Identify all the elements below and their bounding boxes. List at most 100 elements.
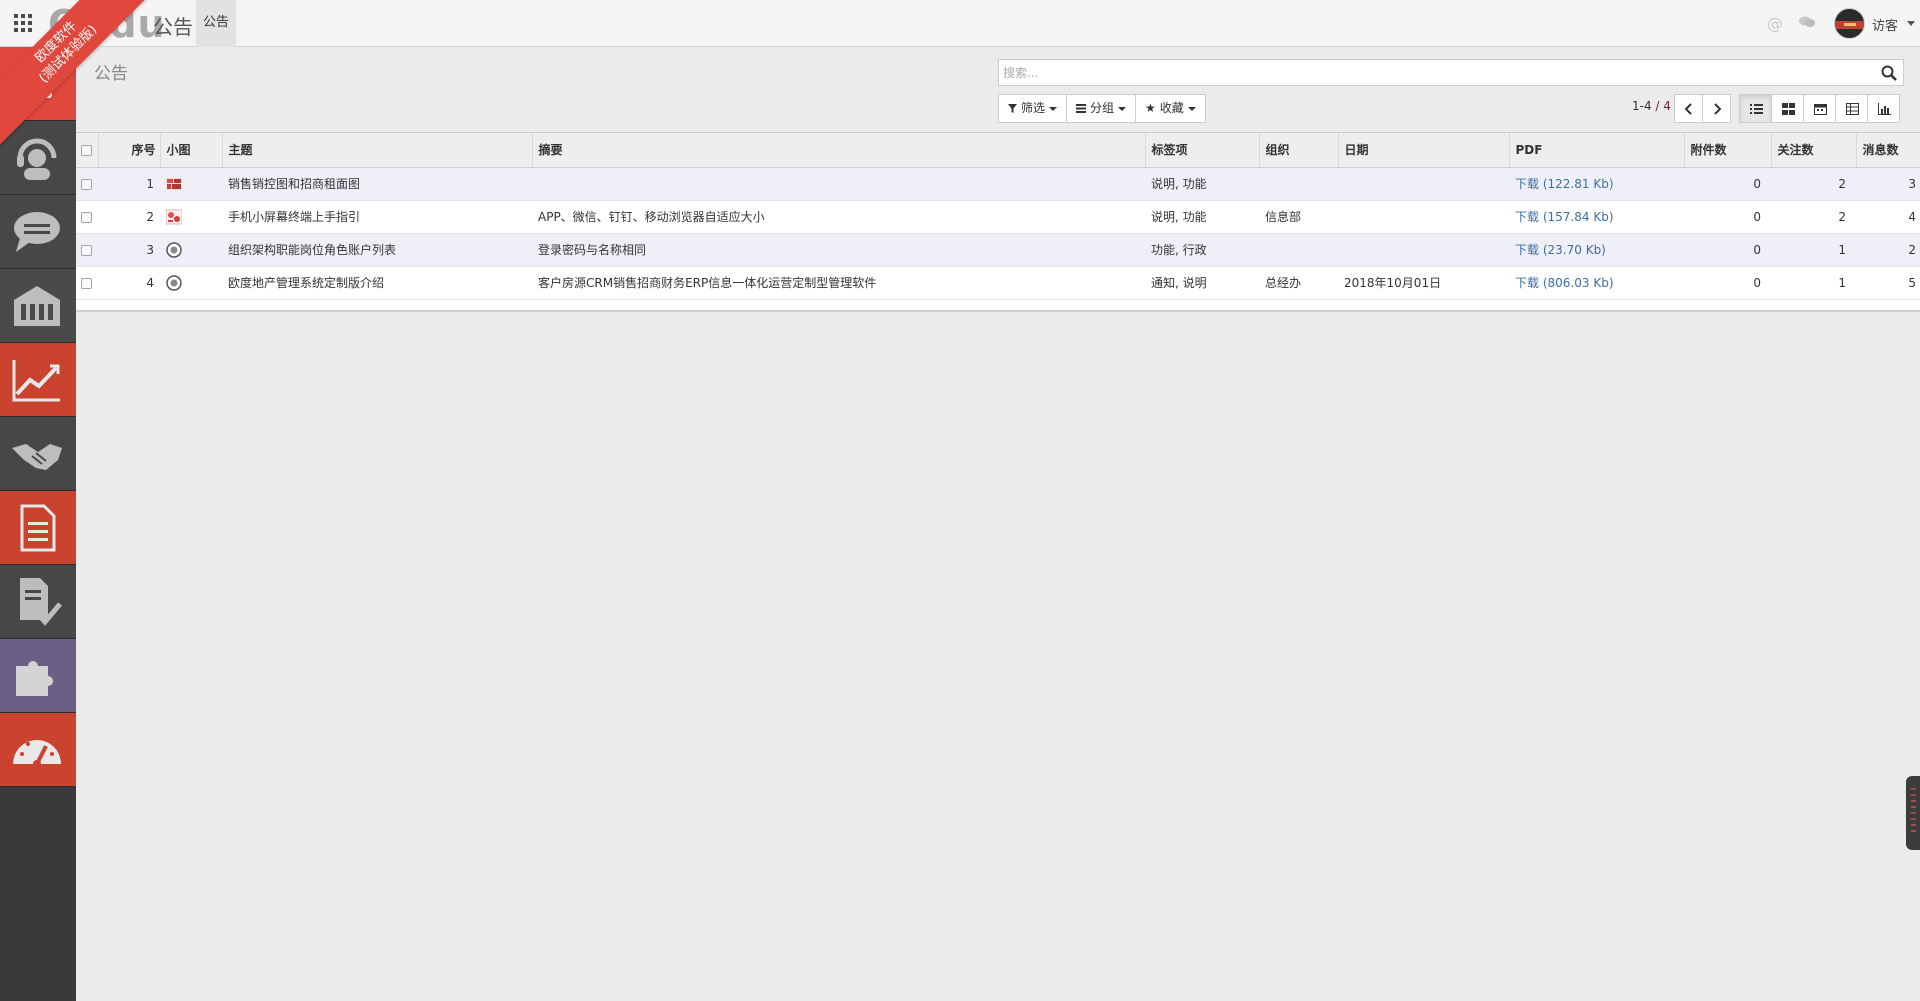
cell-thumb [160,200,222,233]
row-checkbox[interactable] [81,277,92,289]
column-header-subject[interactable]: 主题 [222,133,533,168]
cell-summary: 登录密码与名称相同 [538,243,647,257]
cell-org: 信息部 [1265,210,1302,224]
row-checkbox[interactable] [81,178,92,190]
column-header-thumb[interactable]: 小图 [160,133,223,168]
group-by-button[interactable]: 分组 [1066,94,1137,123]
pdf-download-link[interactable]: 下载 [1515,276,1539,290]
row-select-cell [76,266,98,299]
list-view-icon [1750,104,1763,114]
table-row[interactable]: 4 欧度地产管理系统定制版介绍 客户房源CRM销售招商财务ERP信息一体化运营定… [76,266,1920,299]
column-header-messages[interactable]: 消息数 [1856,133,1920,168]
graph-view-button[interactable] [1867,94,1900,123]
cell-tags: 功能, 行政 [1151,243,1207,257]
column-header-tags[interactable]: 标签项 [1145,133,1260,168]
caret-down-icon [1187,106,1196,111]
row-checkbox[interactable] [81,244,92,256]
filter-button[interactable]: 筛选 [998,94,1068,123]
search-box [998,59,1904,86]
table-row[interactable]: 1 销售销控图和招商租面图 说明, 功能 下载 (122.81 Kb) 0 2 … [76,167,1920,200]
page-title-breadcrumb[interactable]: 公告 [94,59,128,84]
search-icon[interactable] [1881,65,1897,81]
cell-date [1338,200,1509,233]
pdf-download-link[interactable]: 下载 [1515,177,1539,191]
select-all-checkbox[interactable] [81,144,92,156]
cell-attachments: 0 [1753,176,1761,191]
sidebar-item-dashboard[interactable] [0,713,76,787]
column-header-org[interactable]: 组织 [1259,133,1339,168]
cell-followers: 1 [1838,242,1846,257]
cell-org: 总经办 [1265,276,1302,290]
pager-total: 4 [1663,99,1671,113]
user-name[interactable]: 访客 [1872,15,1898,34]
cell-seq: 1 [146,176,154,191]
filter-icon [1008,104,1017,113]
column-header-attachments[interactable]: 附件数 [1684,133,1772,168]
list-table: 序号 小图 主题 摘要 标签项 组织 日期 PDF 附件数 关注数 消息数 1 … [76,133,1920,300]
calendar-view-button[interactable] [1803,94,1836,123]
cell-followers: 2 [1838,209,1846,224]
pdf-download-link[interactable]: 下载 [1515,210,1539,224]
kanban-view-button[interactable] [1771,94,1804,123]
table-row[interactable]: 2 手机小屏幕终端上手指引 APP、微信、钉钉、移动浏览器自适应大小 说明, 功… [76,200,1920,233]
cell-date [1338,167,1509,200]
cell-subject: 欧度地产管理系统定制版介绍 [228,276,385,290]
cell-seq: 4 [146,275,154,290]
circle-thumb-icon [166,274,182,291]
apps-grid-icon[interactable] [14,14,32,32]
kanban-view-icon [1782,103,1795,115]
cell-messages: 5 [1908,275,1916,290]
column-header-followers[interactable]: 关注数 [1771,133,1857,168]
user-menu-caret-icon[interactable] [1907,21,1915,26]
sidebar-item-plugins[interactable] [0,639,76,713]
cell-date: 2018年10月01日 [1344,276,1442,290]
sidebar-item-messages[interactable] [0,195,76,269]
menu-tab-announcements[interactable]: 公告 [196,0,236,47]
chart-thumb-icon [166,177,182,190]
row-select-cell [76,233,98,266]
mention-icon[interactable]: @ [1767,14,1783,33]
table-row[interactable]: 3 组织架构职能岗位角色账户列表 登录密码与名称相同 功能, 行政 下载 (23… [76,233,1920,266]
cell-tags: 通知, 说明 [1151,276,1207,290]
pdf-size: (806.03 Kb) [1542,276,1614,290]
cell-summary [532,167,1145,200]
sidebar-item-documents[interactable] [0,491,76,565]
sidebar-item-reports[interactable] [0,343,76,417]
cell-pdf: 下载 (157.84 Kb) [1509,200,1684,233]
user-avatar[interactable] [1834,8,1865,39]
cell-thumb [160,266,222,299]
chevron-left-icon [1684,103,1692,115]
pivot-table-icon [1846,103,1859,115]
pager-next-button[interactable] [1702,94,1731,123]
pivot-view-button[interactable] [1835,94,1868,123]
sidebar-item-deals[interactable] [0,417,76,491]
handshake-icon [12,444,62,470]
pager-value[interactable]: 1-4 / 4 [1632,99,1671,113]
chat-icon[interactable] [1799,16,1815,28]
caret-down-icon [1118,106,1127,111]
cell-attachments: 0 [1753,275,1761,290]
group-by-label: 分组 [1090,101,1115,115]
sidebar-item-approvals[interactable] [0,565,76,639]
favorites-button[interactable]: ★ 收藏 [1135,94,1206,123]
chat-bubble-icon [14,212,60,252]
table-header-row: 序号 小图 主题 摘要 标签项 组织 日期 PDF 附件数 关注数 消息数 [76,133,1920,168]
pager-previous-button[interactable] [1674,94,1703,123]
column-header-pdf[interactable]: PDF [1509,133,1685,168]
select-all-cell [76,133,99,168]
cell-subject: 销售销控图和招商租面图 [228,177,361,191]
pdf-download-link[interactable]: 下载 [1515,243,1539,257]
row-checkbox[interactable] [81,211,92,223]
column-header-summary[interactable]: 摘要 [532,133,1146,168]
sidebar-item-buildings[interactable] [0,269,76,343]
column-header-seq[interactable]: 序号 [98,133,161,168]
pdf-size: (157.84 Kb) [1542,210,1614,224]
phone-thumb-icon [166,209,182,224]
column-header-date[interactable]: 日期 [1338,133,1510,168]
calendar-view-icon [1814,104,1827,115]
pdf-size: (122.81 Kb) [1542,177,1614,191]
list-view-button[interactable] [1739,94,1772,123]
cell-pdf: 下载 (806.03 Kb) [1509,266,1684,299]
side-panel-handle[interactable] [1906,776,1920,850]
search-input[interactable] [1003,63,1873,83]
